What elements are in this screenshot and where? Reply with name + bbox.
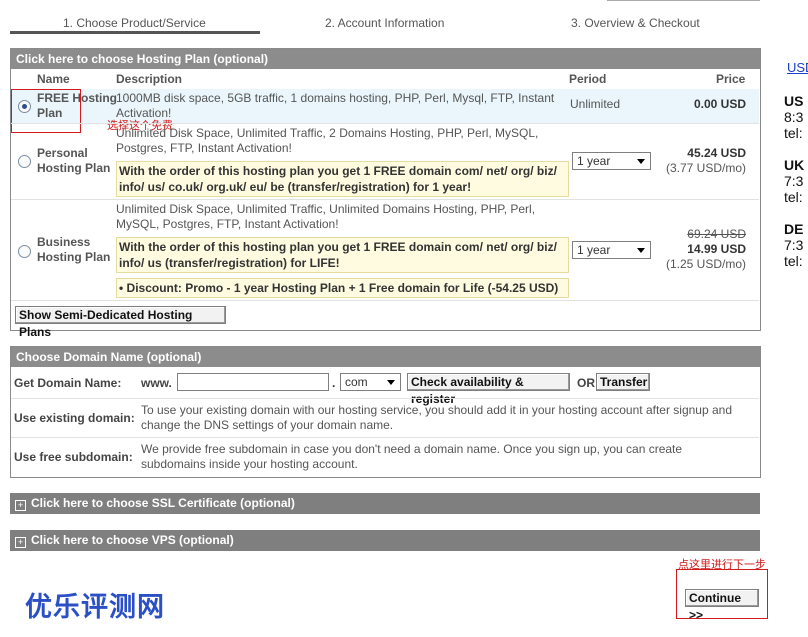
region-us-code: US bbox=[784, 93, 804, 109]
plan-business-promo: With the order of this hosting plan you … bbox=[116, 237, 569, 273]
active-step-indicator bbox=[10, 31, 260, 34]
region-de-tel: tel: bbox=[784, 253, 803, 269]
top-divider bbox=[607, 0, 760, 1]
plan-free-description: 1000MB disk space, 5GB traffic, 1 domain… bbox=[116, 91, 568, 121]
plan-business-price: 69.24 USD 14.99 USD (1.25 USD/mo) bbox=[666, 227, 746, 272]
plan-personal-radio[interactable] bbox=[18, 155, 31, 168]
region-de: DE 7:3 tel: bbox=[784, 221, 803, 269]
plan-personal-name-2: Hosting Plan bbox=[37, 161, 111, 175]
plan-personal-name: Personal Hosting Plan bbox=[37, 146, 110, 176]
plan-free-price: 0.00 USD bbox=[694, 97, 746, 112]
site-logo: 优乐评测网 bbox=[25, 592, 165, 623]
domain-name-input[interactable] bbox=[177, 373, 329, 391]
step-1: 1. Choose Product/Service bbox=[63, 16, 206, 30]
annotation-box-free bbox=[11, 89, 81, 133]
plan-personal-price-monthly: (3.77 USD/mo) bbox=[665, 161, 746, 175]
plan-business-price-old: 69.24 USD bbox=[687, 227, 746, 241]
region-us: US 8:3 tel: bbox=[784, 93, 803, 141]
tld-value: com bbox=[345, 375, 368, 389]
show-semi-dedicated-button[interactable]: Show Semi-Dedicated Hosting Plans bbox=[15, 306, 226, 339]
get-domain-label: Get Domain Name: bbox=[14, 376, 122, 390]
plan-business-name: Business Hosting Plan bbox=[37, 235, 110, 265]
region-us-time: 8:3 bbox=[784, 109, 804, 125]
region-de-code: DE bbox=[784, 221, 804, 237]
row-divider bbox=[11, 398, 759, 399]
row-divider bbox=[11, 199, 759, 200]
step-2: 2. Account Information bbox=[325, 16, 445, 30]
plan-personal-name-1: Personal bbox=[37, 146, 88, 160]
existing-domain-text-1: To use your existing domain with our hos… bbox=[141, 403, 733, 417]
domain-panel-header[interactable]: Choose Domain Name (optional) bbox=[11, 347, 760, 367]
plan-business-price-monthly: (1.25 USD/mo) bbox=[665, 257, 746, 271]
col-period: Period bbox=[569, 72, 607, 86]
plan-business-name-2: Hosting Plan bbox=[37, 250, 111, 264]
row-divider bbox=[11, 437, 759, 438]
currency-link[interactable]: USD bbox=[787, 60, 808, 75]
plan-free-price-value: 0.00 USD bbox=[693, 97, 746, 111]
plan-free-period: Unlimited bbox=[570, 97, 621, 111]
www-prefix: www. bbox=[141, 376, 172, 390]
transfer-button[interactable]: Transfer bbox=[596, 373, 650, 391]
free-subdomain-text: We provide free subdomain in case you do… bbox=[141, 442, 751, 472]
plan-business-desc-1: Unlimited Disk Space, Unlimited Traffic,… bbox=[116, 202, 536, 216]
row-divider bbox=[11, 300, 759, 301]
free-subdomain-text-2: subdomains inside your hosting account. bbox=[141, 457, 358, 471]
plan-personal-desc-1: Unlimited Disk Space, Unlimited Traffic,… bbox=[116, 126, 539, 140]
region-de-time: 7:3 bbox=[784, 237, 804, 253]
plan-business-promo-2: info/ us (transfer/registration) for LIF… bbox=[119, 256, 340, 270]
existing-domain-label: Use existing domain: bbox=[14, 411, 135, 425]
plan-business-price-value: 14.99 USD bbox=[687, 242, 746, 256]
plan-personal-promo-2: info/ us/ co.uk/ org.uk/ eu/ be (transfe… bbox=[119, 180, 472, 194]
plan-personal-description: Unlimited Disk Space, Unlimited Traffic,… bbox=[116, 126, 568, 156]
plan-personal-period-value: 1 year bbox=[577, 154, 611, 168]
region-uk-tel: tel: bbox=[784, 189, 803, 205]
region-uk: UK 7:3 tel: bbox=[784, 157, 804, 205]
tld-select[interactable]: com bbox=[340, 373, 401, 391]
expand-icon: + bbox=[15, 537, 26, 548]
plan-business-period-value: 1 year bbox=[577, 243, 611, 257]
plan-business-description: Unlimited Disk Space, Unlimited Traffic,… bbox=[116, 202, 568, 232]
chevron-down-icon bbox=[637, 159, 645, 164]
plan-business-radio[interactable] bbox=[18, 245, 31, 258]
ssl-section-title: Click here to choose SSL Certificate (op… bbox=[31, 496, 295, 510]
step-3: 3. Overview & Checkout bbox=[571, 16, 700, 30]
or-label: OR bbox=[577, 376, 595, 390]
free-subdomain-text-1: We provide free subdomain in case you do… bbox=[141, 442, 683, 456]
plan-personal-period-select[interactable]: 1 year bbox=[572, 152, 651, 170]
col-description: Description bbox=[116, 72, 183, 86]
check-availability-button[interactable]: Check availability & register bbox=[407, 373, 570, 406]
plan-personal-price-value: 45.24 USD bbox=[687, 146, 746, 160]
plan-personal-price: 45.24 USD (3.77 USD/mo) bbox=[666, 146, 746, 176]
plan-business-period-select[interactable]: 1 year bbox=[572, 241, 651, 259]
free-subdomain-label: Use free subdomain: bbox=[14, 450, 133, 464]
vps-section-title: Click here to choose VPS (optional) bbox=[31, 533, 234, 547]
ssl-section-header[interactable]: + Click here to choose SSL Certificate (o… bbox=[10, 493, 760, 514]
col-name: Name bbox=[37, 72, 70, 86]
plan-business-discount-text: • Discount: Promo - 1 year Hosting Plan … bbox=[119, 281, 559, 295]
plan-business-promo-1: With the order of this hosting plan you … bbox=[119, 240, 557, 254]
plan-business-name-1: Business bbox=[37, 235, 91, 249]
chevron-down-icon bbox=[637, 248, 645, 253]
continue-button[interactable]: Continue >> bbox=[685, 589, 759, 622]
region-us-tel: tel: bbox=[784, 125, 803, 141]
existing-domain-text: To use your existing domain with our hos… bbox=[141, 403, 751, 433]
plan-free-desc-1: 1000MB disk space, 5GB traffic, 1 domain… bbox=[116, 91, 555, 105]
plan-personal-desc-2: Postgres, FTP, Instant Activation! bbox=[116, 141, 292, 155]
plan-business-desc-2: MySQL, Postgres, FTP, Instant Activation… bbox=[116, 217, 339, 231]
plan-business-discount: • Discount: Promo - 1 year Hosting Plan … bbox=[116, 278, 569, 298]
row-divider bbox=[11, 123, 759, 124]
plan-free-desc-2: Activation! bbox=[116, 106, 172, 120]
chevron-down-icon bbox=[387, 380, 395, 385]
plan-personal-promo-1: With the order of this hosting plan you … bbox=[119, 164, 557, 178]
region-uk-code: UK bbox=[784, 157, 805, 173]
hosting-panel-header[interactable]: Click here to choose Hosting Plan (optio… bbox=[11, 49, 760, 69]
plan-personal-promo: With the order of this hosting plan you … bbox=[116, 161, 569, 197]
expand-icon: + bbox=[15, 500, 26, 511]
region-uk-time: 7:3 bbox=[784, 173, 804, 189]
domain-dot: . bbox=[332, 376, 336, 390]
vps-section-header[interactable]: + Click here to choose VPS (optional) bbox=[10, 530, 760, 551]
existing-domain-text-2: change the DNS settings of your domain n… bbox=[141, 418, 394, 432]
col-price: Price bbox=[716, 72, 746, 86]
